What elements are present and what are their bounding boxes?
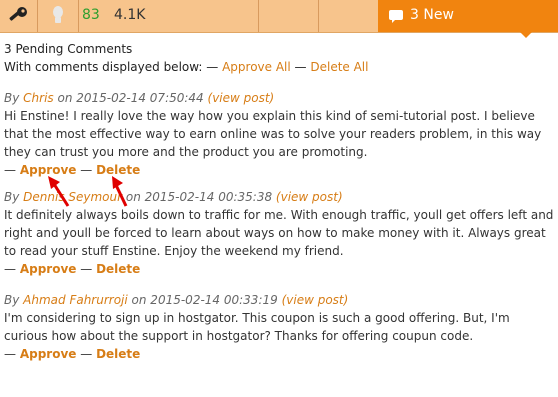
by-label: By	[4, 293, 24, 307]
approved-count: 83	[82, 7, 100, 23]
comment-date: on 2015-02-14 00:35:38	[122, 190, 276, 204]
bulk-separator: —	[290, 60, 311, 74]
speech-bubble-icon	[389, 10, 403, 23]
comment-meta: By Ahmad Fahrurroji on 2015-02-14 00:33:…	[4, 291, 554, 309]
comment-item: By Ahmad Fahrurroji on 2015-02-14 00:33:…	[4, 291, 554, 363]
key-icon	[9, 7, 27, 21]
comment-actions: — Approve — Delete	[4, 347, 141, 361]
approve-link[interactable]: Approve	[20, 163, 77, 177]
comment-item: By Chris on 2015-02-14 07:50:44 (view po…	[4, 89, 554, 179]
new-comments-label: 3 New	[410, 7, 454, 23]
comment-date: on 2015-02-14 07:50:44	[53, 91, 208, 105]
delete-link[interactable]: Delete	[96, 347, 140, 361]
pending-comments-panel: 3 Pending Comments With comments display…	[4, 40, 554, 363]
view-count: 4.1K	[114, 7, 146, 23]
approve-link[interactable]: Approve	[20, 262, 77, 276]
pending-title: 3 Pending Comments	[4, 42, 133, 56]
annotation-arrow-approve	[48, 176, 70, 207]
new-comments-button[interactable]: 3 New	[378, 0, 558, 38]
lightbulb-icon	[53, 6, 63, 23]
bulk-actions: With comments displayed below: — Approve…	[4, 58, 554, 76]
delete-all-link[interactable]: Delete All	[310, 60, 368, 74]
admin-toolbar: 83 4.1K 3 New	[0, 0, 558, 38]
toolbar-key-button[interactable]	[0, 0, 38, 32]
by-label: By	[4, 91, 24, 105]
comment-actions: — Approve — Delete	[4, 163, 141, 177]
comment-actions: — Approve — Delete	[4, 262, 141, 276]
toolbar-bulb-button[interactable]	[38, 0, 79, 32]
comment-text: Hi Enstine! I really love the way how yo…	[4, 109, 542, 159]
by-label: By	[4, 190, 24, 204]
bulk-prefix: With comments displayed below: —	[4, 60, 223, 74]
comment-text: It definitely always boils down to traff…	[4, 208, 554, 258]
comment-meta: By Chris on 2015-02-14 07:50:44 (view po…	[4, 89, 554, 107]
approve-link[interactable]: Approve	[20, 347, 77, 361]
toolbar-slot[interactable]	[318, 0, 379, 32]
comment-author-link[interactable]: Chris	[23, 91, 54, 105]
view-post-link[interactable]: (view post)	[208, 91, 275, 105]
approve-all-link[interactable]: Approve All	[222, 60, 291, 74]
toolbar-stats: 83 4.1K	[78, 0, 259, 32]
annotation-arrow-delete	[112, 176, 128, 207]
comment-item: By Dennis Seymour on 2015-02-14 00:35:38…	[4, 188, 554, 278]
view-post-link[interactable]: (view post)	[276, 190, 343, 204]
comment-text: I'm considering to sign up in hostgator.…	[4, 311, 510, 343]
view-post-link[interactable]: (view post)	[282, 293, 349, 307]
toolbar-slot[interactable]	[258, 0, 319, 32]
comment-meta: By Dennis Seymour on 2015-02-14 00:35:38…	[4, 188, 554, 206]
dropdown-caret	[520, 32, 532, 38]
delete-link[interactable]: Delete	[96, 262, 140, 276]
comment-date: on 2015-02-14 00:33:19	[127, 293, 282, 307]
delete-link[interactable]: Delete	[96, 163, 140, 177]
comment-author-link[interactable]: Ahmad Fahrurroji	[23, 293, 128, 307]
